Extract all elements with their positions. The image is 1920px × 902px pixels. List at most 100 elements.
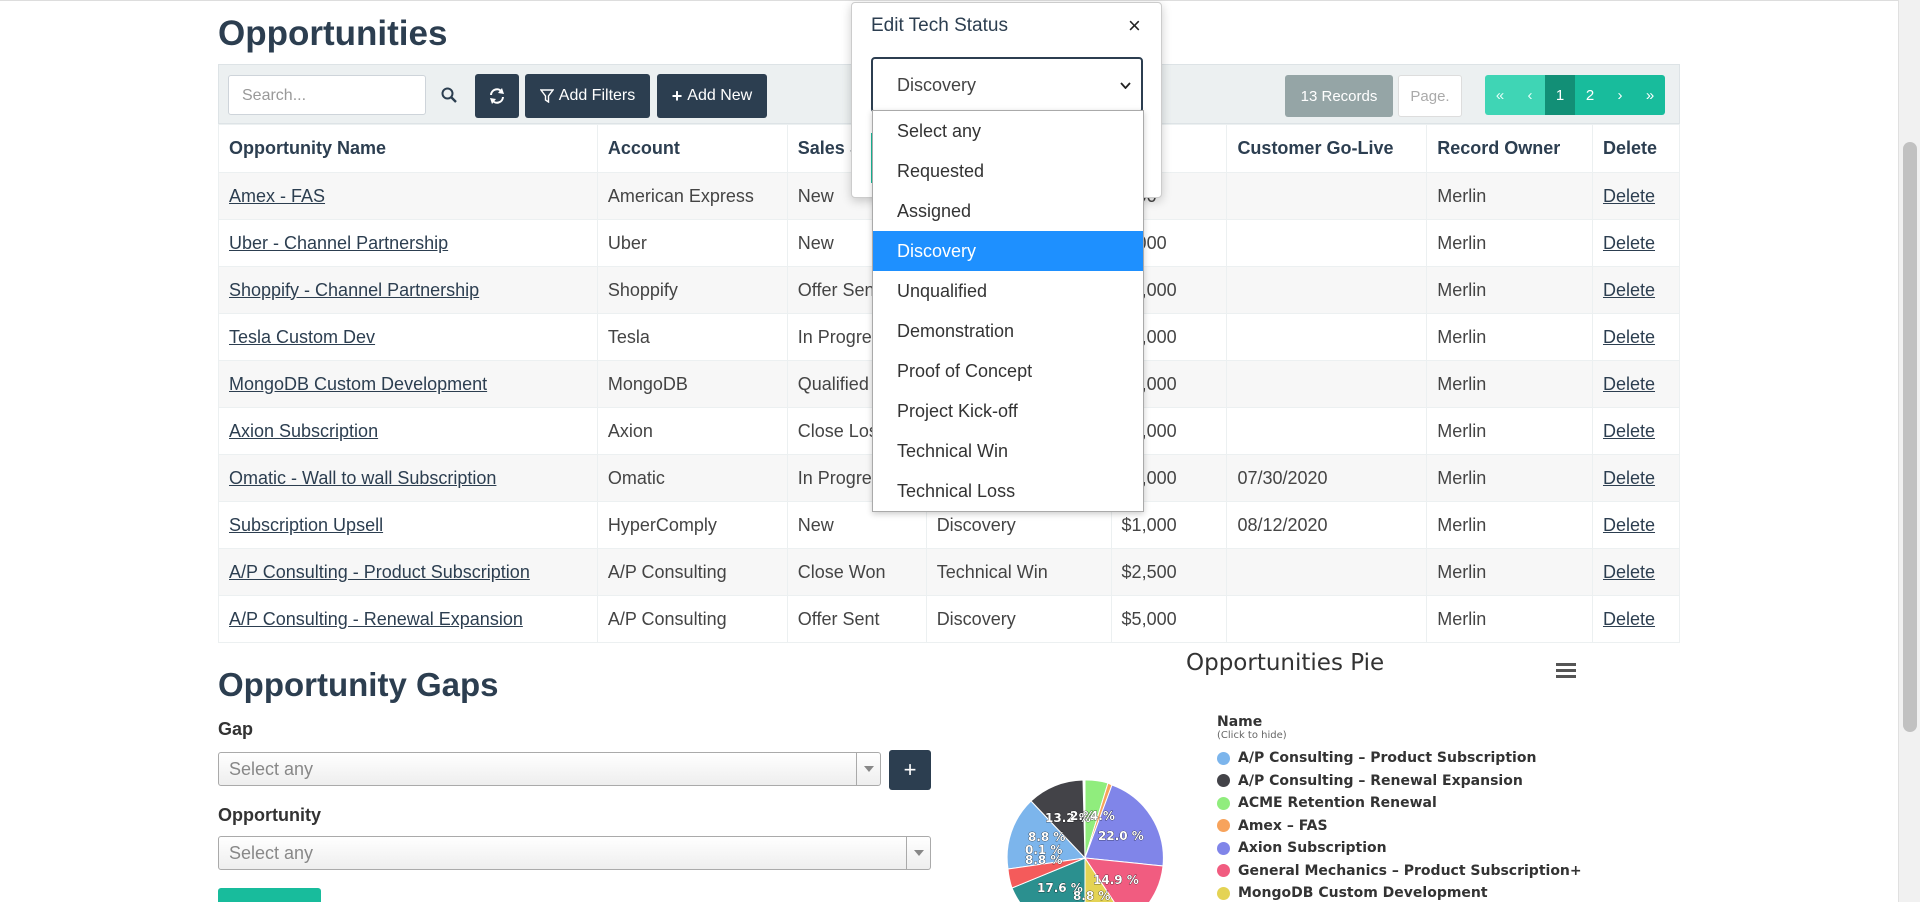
pie-label: 22.0 % xyxy=(1098,829,1144,843)
legend-dot-icon xyxy=(1217,751,1230,765)
legend-item[interactable]: Amex – FAS xyxy=(1217,815,1582,838)
search-input[interactable]: Search... xyxy=(228,75,426,115)
chart-menu-icon[interactable] xyxy=(1554,660,1578,680)
cell-name: Tesla Custom Dev xyxy=(218,313,598,361)
opportunity-link[interactable]: Uber - Channel Partnership xyxy=(229,233,448,253)
legend-label: ACME Retention Renewal xyxy=(1238,795,1437,812)
opportunity-link[interactable]: Omatic - Wall to wall Subscription xyxy=(229,468,496,488)
dropdown-option[interactable]: Technical Loss xyxy=(873,471,1143,511)
opportunity-link[interactable]: A/P Consulting - Renewal Expansion xyxy=(229,609,523,629)
delete-link[interactable]: Delete xyxy=(1603,609,1655,629)
dropdown-option[interactable]: Technical Win xyxy=(873,431,1143,471)
delete-link[interactable]: Delete xyxy=(1603,468,1655,488)
header-record-owner[interactable]: Record Owner xyxy=(1426,124,1593,173)
dropdown-option[interactable]: Select any xyxy=(873,111,1143,151)
cell-name: Subscription Upsell xyxy=(218,501,598,549)
opportunity-select[interactable]: Select any xyxy=(218,836,931,870)
page-1-button[interactable]: 1 xyxy=(1545,75,1575,115)
scrollbar-thumb[interactable] xyxy=(1903,142,1917,732)
pie-label: 8.8 % xyxy=(1073,889,1110,902)
page-2-button[interactable]: 2 xyxy=(1575,75,1605,115)
cell-tech: Discovery xyxy=(925,595,1112,643)
cell-account: American Express xyxy=(596,172,788,220)
plus-icon: + xyxy=(903,757,917,782)
cell-account: A/P Consulting xyxy=(596,548,788,596)
plus-icon: + xyxy=(671,85,683,106)
dropdown-option[interactable]: Assigned xyxy=(873,191,1143,231)
cell-owner: Merlin xyxy=(1426,219,1593,267)
dropdown-option[interactable]: Requested xyxy=(873,151,1143,191)
add-filters-button[interactable]: Add Filters xyxy=(525,74,650,118)
cell-owner: Merlin xyxy=(1426,313,1593,361)
first-page-button[interactable]: « xyxy=(1485,75,1515,115)
dropdown-option[interactable]: Unqualified xyxy=(873,271,1143,311)
header-customer-go-live[interactable]: Customer Go-Live xyxy=(1226,124,1428,173)
opportunity-link[interactable]: MongoDB Custom Development xyxy=(229,374,487,394)
cell-golive xyxy=(1226,548,1428,596)
prev-page-button[interactable]: ‹ xyxy=(1515,75,1545,115)
opportunity-link[interactable]: Axion Subscription xyxy=(229,421,378,441)
cell-delete: Delete xyxy=(1591,454,1681,502)
search-button[interactable] xyxy=(431,75,467,115)
page-scrollbar[interactable] xyxy=(1898,0,1920,902)
cell-owner: Merlin xyxy=(1426,407,1593,455)
legend-item[interactable]: A/P Consulting – Product Subscription xyxy=(1217,747,1582,770)
header-opportunity-name[interactable]: Opportunity Name xyxy=(218,124,598,173)
pie-label: 4.% xyxy=(1090,809,1115,823)
delete-link[interactable]: Delete xyxy=(1603,515,1655,535)
dropdown-option[interactable]: Demonstration xyxy=(873,311,1143,351)
opportunity-label: Opportunity xyxy=(218,805,321,825)
opportunity-link[interactable]: Amex - FAS xyxy=(229,186,325,206)
cell-name: Axion Subscription xyxy=(218,407,598,455)
gap-select[interactable]: Select any xyxy=(218,752,881,786)
legend-label: MongoDB Custom Development xyxy=(1238,885,1488,902)
opportunity-link[interactable]: A/P Consulting - Product Subscription xyxy=(229,562,530,582)
next-page-button[interactable]: › xyxy=(1605,75,1635,115)
cell-owner: Merlin xyxy=(1426,595,1593,643)
dropdown-option[interactable]: Proof of Concept xyxy=(873,351,1143,391)
refresh-icon xyxy=(490,88,504,104)
cell-golive xyxy=(1226,360,1428,408)
tech-status-select[interactable]: Discovery xyxy=(871,57,1143,113)
cell-delete: Delete xyxy=(1591,360,1681,408)
delete-link[interactable]: Delete xyxy=(1603,327,1655,347)
delete-link[interactable]: Delete xyxy=(1603,186,1655,206)
legend-item[interactable]: Axion Subscription xyxy=(1217,837,1582,860)
legend-title: Name xyxy=(1217,714,1263,730)
cell-owner: Merlin xyxy=(1426,454,1593,502)
opportunity-link[interactable]: Tesla Custom Dev xyxy=(229,327,375,347)
cell-name: Amex - FAS xyxy=(218,172,598,220)
delete-link[interactable]: Delete xyxy=(1603,233,1655,253)
opportunity-link[interactable]: Subscription Upsell xyxy=(229,515,383,535)
delete-link[interactable]: Delete xyxy=(1603,374,1655,394)
cell-account: HyperComply xyxy=(596,501,788,549)
cell-account: A/P Consulting xyxy=(596,595,788,643)
legend-item[interactable]: MongoDB Custom Development xyxy=(1217,882,1582,902)
cell-owner: Merlin xyxy=(1426,548,1593,596)
delete-link[interactable]: Delete xyxy=(1603,562,1655,582)
cell-name: Shoppify - Channel Partnership xyxy=(218,266,598,314)
last-page-button[interactable]: » xyxy=(1635,75,1665,115)
add-gap-button[interactable]: + xyxy=(889,750,931,790)
submit-gap-button[interactable] xyxy=(218,888,321,902)
legend-item[interactable]: A/P Consulting – Renewal Expansion xyxy=(1217,770,1582,793)
dropdown-option[interactable]: Discovery xyxy=(873,231,1143,271)
refresh-button[interactable] xyxy=(475,74,519,118)
opportunity-link[interactable]: Shoppify - Channel Partnership xyxy=(229,280,479,300)
cell-delete: Delete xyxy=(1591,548,1681,596)
dropdown-option[interactable]: Project Kick-off xyxy=(873,391,1143,431)
delete-link[interactable]: Delete xyxy=(1603,421,1655,441)
cell-golive xyxy=(1226,407,1428,455)
gap-label: Gap xyxy=(218,719,254,739)
cell-owner: Merlin xyxy=(1426,501,1593,549)
close-icon[interactable]: × xyxy=(1128,13,1141,39)
legend-item[interactable]: General Mechanics – Product Subscription… xyxy=(1217,860,1582,883)
page-number-input[interactable]: Page. xyxy=(1398,75,1462,117)
legend-label: Amex – FAS xyxy=(1238,817,1328,834)
legend-hint: (Click to hide) xyxy=(1217,730,1287,741)
opportunity-gaps-title: Opportunity Gaps xyxy=(218,666,499,703)
delete-link[interactable]: Delete xyxy=(1603,280,1655,300)
legend-item[interactable]: ACME Retention Renewal xyxy=(1217,792,1582,815)
add-new-button[interactable]: + Add New xyxy=(657,74,767,118)
header-account[interactable]: Account xyxy=(596,124,788,173)
